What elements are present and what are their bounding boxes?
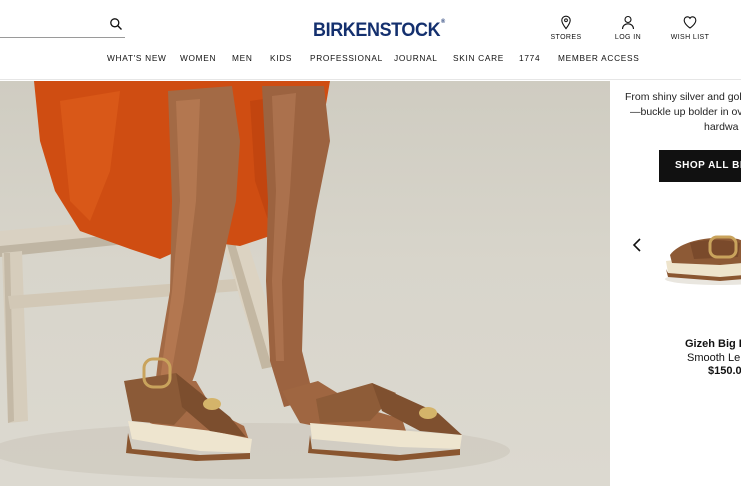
- nav-item-whats-new[interactable]: WHAT'S NEW: [107, 53, 167, 63]
- hero-image: [0, 81, 510, 479]
- promo-line-1: From shiny silver and gol: [625, 91, 741, 103]
- main-nav: WHAT'S NEW WOMEN MEN KIDS PROFESSIONAL J…: [0, 53, 741, 67]
- chevron-left-icon[interactable]: [630, 236, 644, 254]
- user-icon: [621, 15, 635, 30]
- nav-item-women[interactable]: WOMEN: [180, 53, 216, 63]
- registered-mark: ®: [441, 19, 445, 25]
- promo-line-3: hardwa: [704, 121, 739, 133]
- stores-label: STORES: [550, 34, 582, 41]
- search-icon[interactable]: [109, 17, 123, 31]
- nav-item-member-access[interactable]: MEMBER ACCESS: [558, 53, 639, 63]
- log-in-label: LOG IN: [614, 34, 642, 41]
- site-header: BIRKENSTOCK® STORES LOG IN WISH LIST WHA…: [0, 0, 741, 80]
- promo-panel: From shiny silver and gol —buckle up bol…: [610, 81, 741, 486]
- product-material: Smooth Le: [687, 352, 741, 364]
- nav-item-professional[interactable]: PROFESSIONAL: [310, 53, 383, 63]
- product-price: $150.0: [708, 365, 741, 377]
- promo-line-2: —buckle up bolder in ov: [630, 106, 741, 118]
- hero-banner[interactable]: [0, 81, 610, 486]
- search-bar[interactable]: [0, 14, 125, 38]
- search-input[interactable]: [0, 16, 100, 34]
- log-in-link[interactable]: LOG IN: [600, 15, 656, 45]
- wish-list-label: WISH LIST: [670, 34, 710, 41]
- nav-item-men[interactable]: MEN: [232, 53, 253, 63]
- heart-icon: [683, 16, 697, 29]
- logo-text: BIRKENSTOCK: [313, 19, 441, 41]
- stores-link[interactable]: STORES: [538, 15, 594, 45]
- nav-item-1774[interactable]: 1774: [519, 53, 540, 63]
- product-image[interactable]: [660, 221, 741, 291]
- nav-item-kids[interactable]: KIDS: [270, 53, 292, 63]
- shop-all-button[interactable]: SHOP ALL BIG: [659, 150, 741, 182]
- product-name[interactable]: Gizeh Big I: [685, 338, 741, 350]
- nav-item-skin-care[interactable]: SKIN CARE: [453, 53, 504, 63]
- birkenstock-logo[interactable]: BIRKENSTOCK®: [313, 19, 445, 41]
- nav-item-journal[interactable]: JOURNAL: [394, 53, 438, 63]
- wish-list-link[interactable]: WISH LIST: [662, 15, 718, 45]
- location-pin-icon: [561, 15, 571, 30]
